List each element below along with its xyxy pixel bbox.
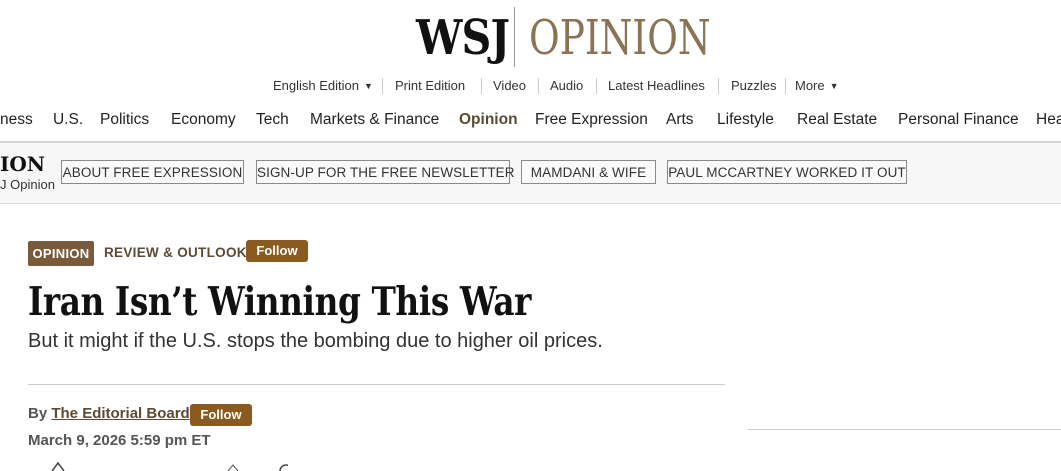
nav-item-business[interactable]: ness: [0, 111, 33, 129]
utility-nav: English Edition ▼ Print Edition Video Aud…: [0, 76, 1061, 96]
nav-item-personal-finance[interactable]: Personal Finance: [898, 111, 1019, 129]
puzzles-link[interactable]: Puzzles: [731, 78, 777, 93]
opinion-section-logo[interactable]: OPINION: [529, 9, 711, 67]
latest-headlines-link[interactable]: Latest Headlines: [608, 78, 705, 93]
share-icon: [51, 461, 65, 471]
nav-item-tech[interactable]: Tech: [256, 111, 289, 129]
nav-item-politics[interactable]: Politics: [100, 111, 149, 129]
more-menu[interactable]: More ▼: [795, 78, 839, 93]
publish-date: March 9, 2026 5:59 pm ET: [28, 432, 211, 449]
divider: [785, 78, 786, 94]
divider: [596, 78, 597, 94]
article-headline: Iran Isn’t Winning This War: [28, 279, 532, 325]
edition-selector[interactable]: English Edition ▼: [273, 78, 373, 93]
divider: [481, 78, 482, 94]
section-label[interactable]: ION: [0, 152, 45, 176]
nav-item-markets-finance[interactable]: Markets & Finance: [310, 111, 439, 129]
nav-item-opinion[interactable]: Opinion: [459, 111, 518, 129]
section-sublabel: J Opinion: [0, 177, 55, 192]
caret-down-icon: ▼: [829, 81, 839, 91]
nav-item-real-estate[interactable]: Real Estate: [797, 111, 877, 129]
audio-link[interactable]: Audio: [550, 78, 583, 93]
divider: [718, 78, 719, 94]
paul-mccartney-button[interactable]: PAUL MCCARTNEY WORKED IT OUT: [667, 160, 907, 184]
nav-item-economy[interactable]: Economy: [171, 111, 236, 129]
nav-item-arts[interactable]: Arts: [666, 111, 694, 129]
masthead: WSJ OPINION: [0, 5, 1061, 69]
follow-author-button[interactable]: Follow: [190, 404, 252, 426]
section-bar: ION J Opinion ABOUT FREE EXPRESSION SIGN…: [0, 143, 1061, 204]
about-free-expression-button[interactable]: ABOUT FREE EXPRESSION: [61, 160, 244, 184]
article-divider: [28, 384, 725, 385]
sidebar-divider: [748, 429, 1061, 430]
more-label: More: [795, 78, 825, 93]
author-link[interactable]: The Editorial Board: [51, 405, 189, 422]
article-dek: But it might if the U.S. stops the bombi…: [28, 330, 603, 352]
logo-divider: [514, 7, 515, 67]
divider: [382, 78, 383, 94]
video-link[interactable]: Video: [493, 78, 526, 93]
nav-item-lifestyle[interactable]: Lifestyle: [717, 111, 774, 129]
print-edition-link[interactable]: Print Edition: [395, 78, 465, 93]
follow-column-button[interactable]: Follow: [246, 240, 308, 262]
newsletter-signup-button[interactable]: SIGN-UP FOR THE FREE NEWSLETTER: [256, 160, 515, 184]
gift-icon: [227, 464, 239, 471]
byline: By The Editorial Board: [28, 405, 190, 422]
nav-item-free-expression[interactable]: Free Expression: [535, 111, 648, 129]
nav-item-us[interactable]: U.S.: [53, 111, 83, 129]
main-nav: ness U.S. Politics Economy Tech Markets …: [0, 108, 1061, 138]
column-label[interactable]: REVIEW & OUTLOOK: [104, 245, 247, 260]
caret-down-icon: ▼: [364, 81, 373, 91]
opinion-tag[interactable]: OPINION: [28, 241, 94, 266]
wsj-logo[interactable]: WSJ: [416, 9, 510, 67]
divider: [538, 78, 539, 94]
comment-icon: [279, 464, 288, 471]
nav-item-health[interactable]: Hea: [1036, 111, 1061, 129]
share-toolbar: [28, 461, 288, 471]
edition-label: English Edition: [273, 78, 359, 93]
byline-prefix: By: [28, 405, 48, 422]
mamdani-wife-button[interactable]: MAMDANI & WIFE: [521, 160, 656, 184]
